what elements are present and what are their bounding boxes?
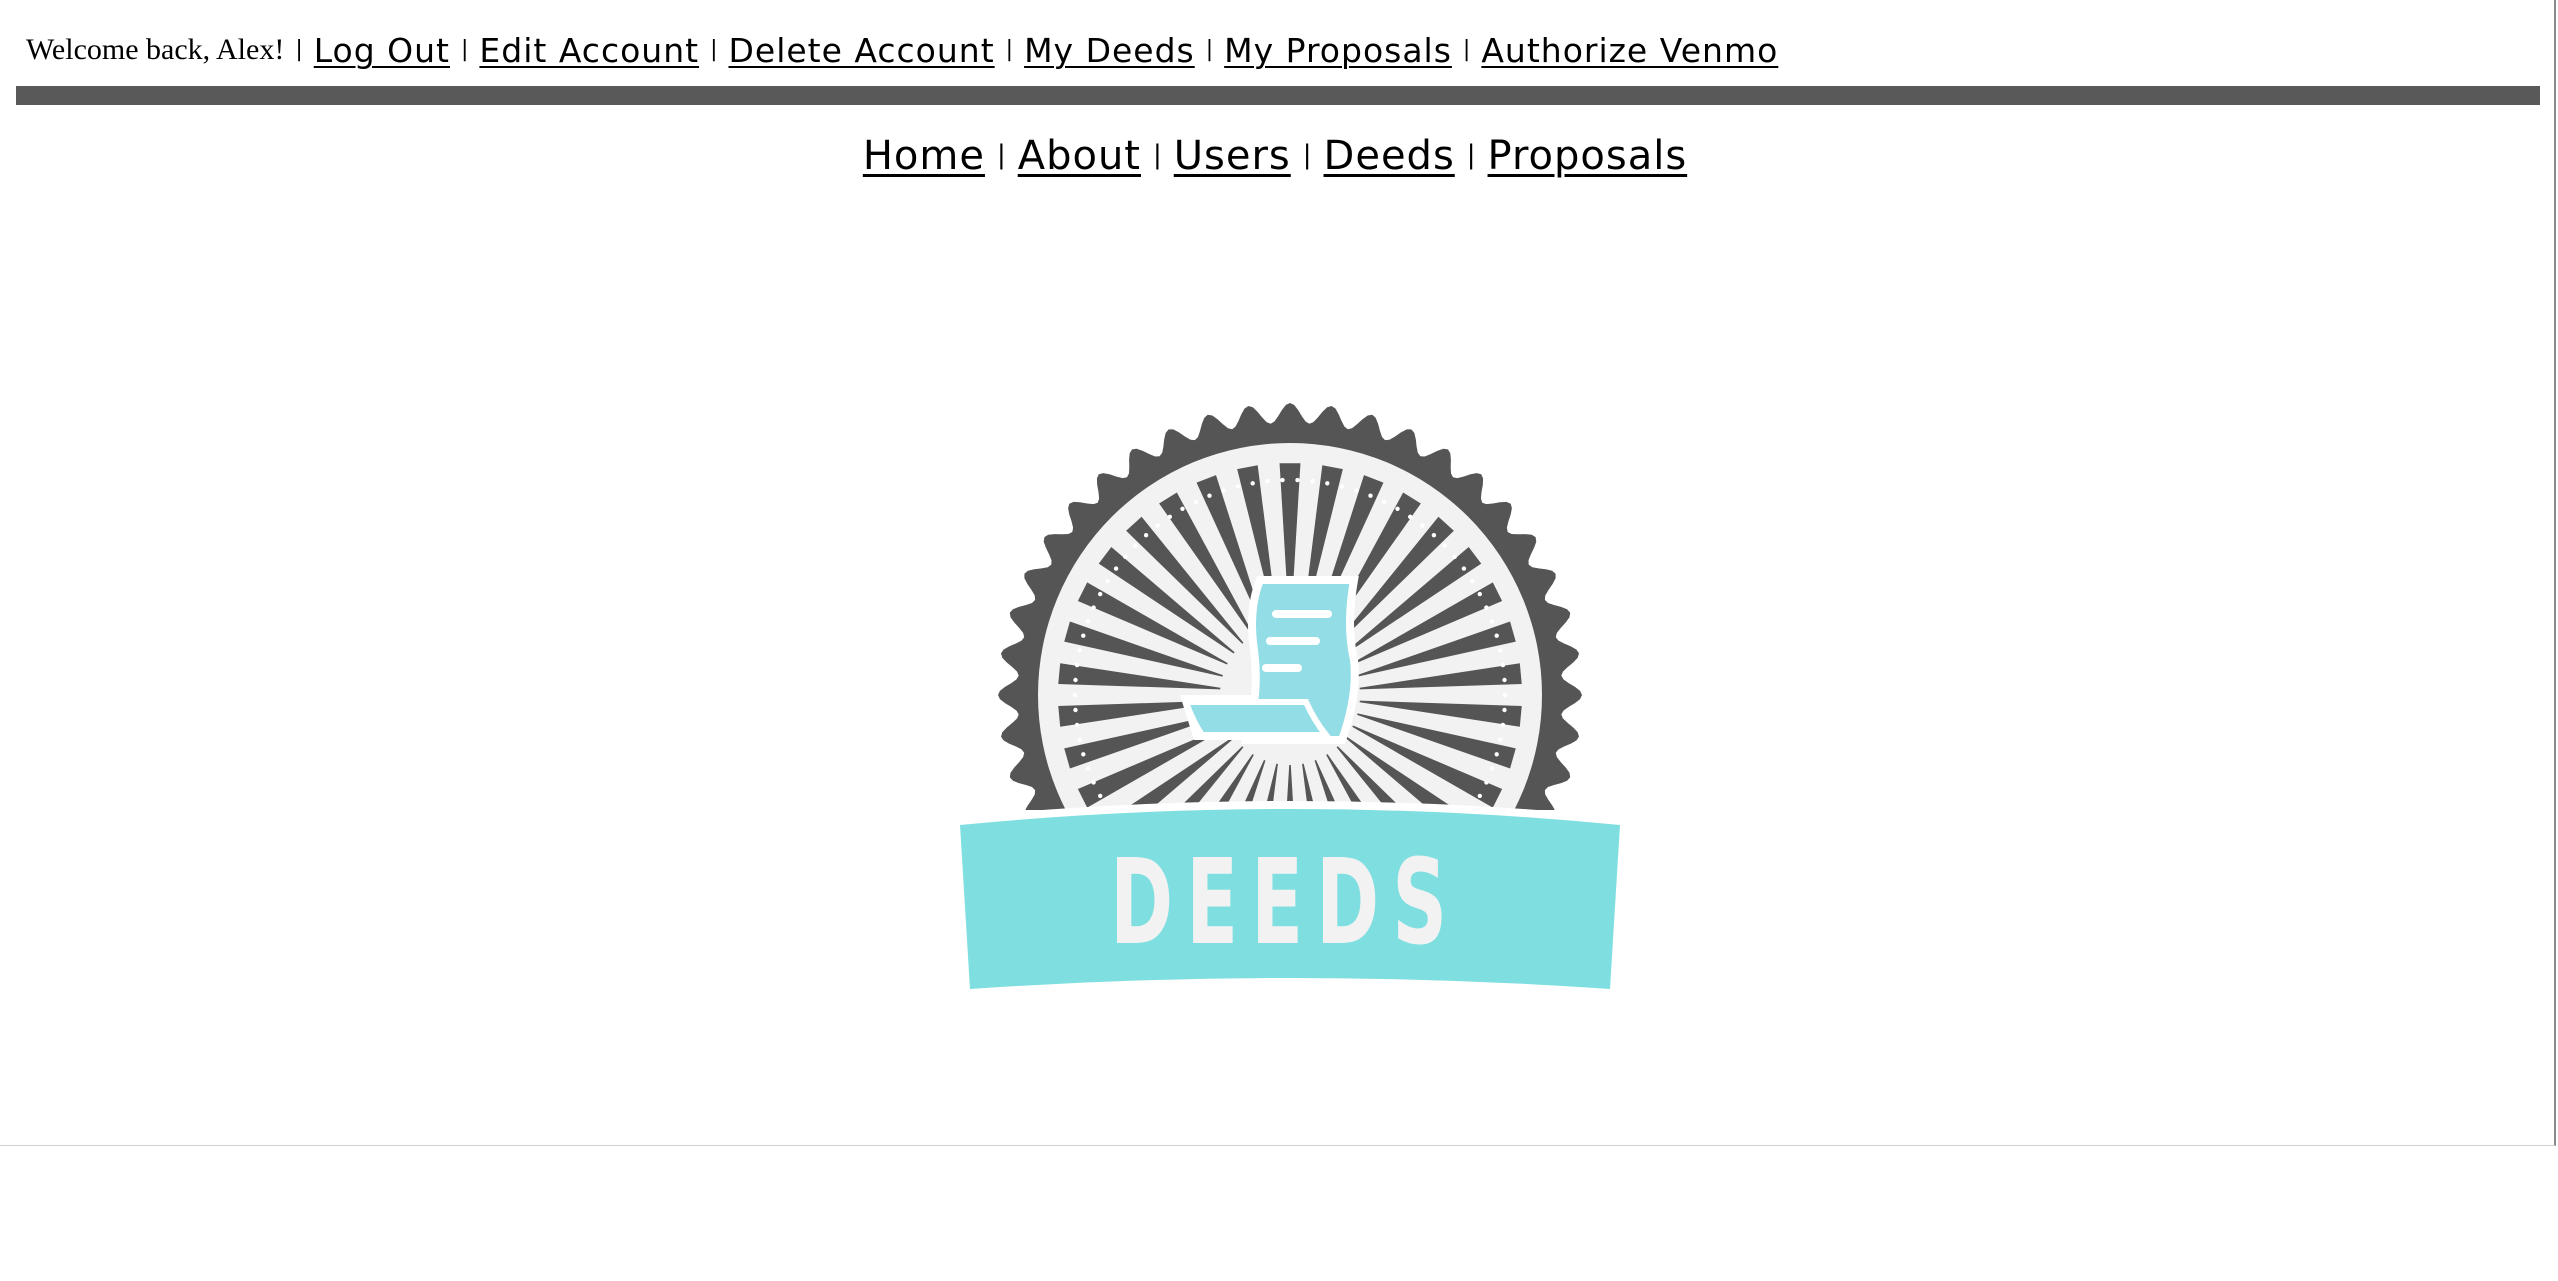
ring-dot	[1500, 662, 1506, 668]
ring-dot	[1193, 499, 1198, 504]
ring-dot	[1074, 662, 1080, 668]
ring-dot	[1077, 648, 1082, 653]
ring-dot	[1133, 543, 1138, 548]
ring-dot	[1074, 722, 1080, 728]
ring-dot	[1502, 707, 1507, 713]
ring-dot	[1452, 554, 1457, 559]
ring-dot	[1085, 619, 1091, 624]
ring-dot	[1098, 591, 1103, 597]
separator: |	[710, 36, 718, 62]
ring-dot	[1077, 737, 1082, 742]
ring-dot	[1500, 722, 1506, 728]
ring-dot	[1339, 484, 1345, 489]
nav-proposals-link[interactable]: Proposals	[1488, 133, 1688, 179]
main-nav: Home | About | Users | Deeds | Proposals	[0, 126, 2558, 186]
ring-dot	[1221, 488, 1226, 493]
ring-dot	[1073, 677, 1078, 683]
ring-dot	[1382, 499, 1387, 504]
account-bar: Welcome back, Alex! | Log Out | Edit Acc…	[26, 24, 1778, 76]
ring-dot	[1280, 477, 1285, 483]
ring-dot	[1091, 780, 1096, 785]
welcome-message: Welcome back, Alex!	[26, 33, 285, 66]
ring-dot	[1180, 506, 1185, 511]
ring-dot	[1368, 493, 1373, 498]
separator: |	[996, 140, 1006, 170]
ring-dot	[1477, 793, 1482, 799]
ring-dot	[1073, 707, 1078, 713]
ring-dot	[1470, 578, 1475, 584]
scroll-line	[1262, 664, 1302, 672]
ring-dot	[1489, 766, 1495, 771]
scroll-line	[1272, 610, 1332, 618]
deeds-logo: DEEDS	[950, 395, 1630, 1005]
ring-dot	[1235, 484, 1241, 489]
scroll-bottom	[1181, 699, 1333, 738]
scroll-line	[1266, 637, 1320, 645]
ring-dot	[1408, 514, 1413, 519]
ring-dot	[1420, 523, 1425, 528]
ring-dot	[1395, 506, 1400, 511]
nav-users-link[interactable]: Users	[1174, 133, 1291, 179]
ring-dot	[1091, 605, 1096, 610]
ring-dot	[1484, 605, 1489, 610]
separator: |	[1205, 36, 1214, 62]
ring-dot	[1295, 477, 1300, 483]
nav-deeds-link[interactable]: Deeds	[1324, 133, 1455, 179]
ring-dot	[1494, 633, 1499, 638]
separator: |	[1462, 36, 1471, 62]
ring-dot	[1502, 692, 1508, 698]
ring-dot	[1484, 780, 1489, 785]
ring-dot	[1354, 488, 1359, 493]
ring-dot	[1167, 514, 1172, 519]
separator: |	[1302, 140, 1312, 170]
ring-dot	[1207, 493, 1212, 498]
log-out-link[interactable]: Log Out	[314, 31, 450, 70]
ring-dot	[1310, 479, 1315, 484]
ring-dot	[1072, 692, 1078, 698]
ring-dot	[1498, 737, 1503, 742]
ring-dot	[1442, 543, 1447, 548]
ring-dot	[1494, 752, 1499, 757]
authorize-venmo-link[interactable]: Authorize Venmo	[1481, 31, 1778, 70]
ring-dot	[1113, 566, 1119, 571]
separator: |	[1005, 36, 1014, 62]
ring-dot	[1502, 677, 1507, 683]
nav-home-link[interactable]: Home	[863, 133, 985, 179]
ring-dot	[1143, 533, 1149, 538]
ring-dot	[1098, 793, 1103, 799]
ring-dot	[1265, 479, 1270, 484]
delete-account-link[interactable]: Delete Account	[728, 31, 994, 70]
ring-dot	[1081, 633, 1086, 638]
ring-dot	[1085, 766, 1091, 771]
ring-dot	[1498, 648, 1503, 653]
ring-dot	[1431, 533, 1437, 538]
header-divider	[16, 86, 2540, 105]
logo-wordmark: DEEDS	[1110, 833, 1460, 971]
ring-dot	[1105, 578, 1110, 584]
edit-account-link[interactable]: Edit Account	[479, 31, 699, 70]
separator: |	[1466, 140, 1476, 170]
my-proposals-link[interactable]: My Proposals	[1224, 31, 1452, 70]
nav-about-link[interactable]: About	[1018, 133, 1141, 179]
separator: |	[1152, 140, 1162, 170]
ring-dot	[1489, 619, 1495, 624]
deeds-logo-graphic: DEEDS	[960, 403, 1620, 989]
separator: |	[461, 36, 469, 62]
ring-dot	[1155, 523, 1160, 528]
ring-dot	[1477, 591, 1482, 597]
ring-dot	[1123, 554, 1128, 559]
ring-dot	[1461, 566, 1467, 571]
separator: |	[295, 36, 303, 62]
ring-dot	[1250, 481, 1255, 486]
ring-dot	[1325, 481, 1330, 486]
my-deeds-link[interactable]: My Deeds	[1024, 31, 1195, 70]
ring-dot	[1081, 752, 1086, 757]
